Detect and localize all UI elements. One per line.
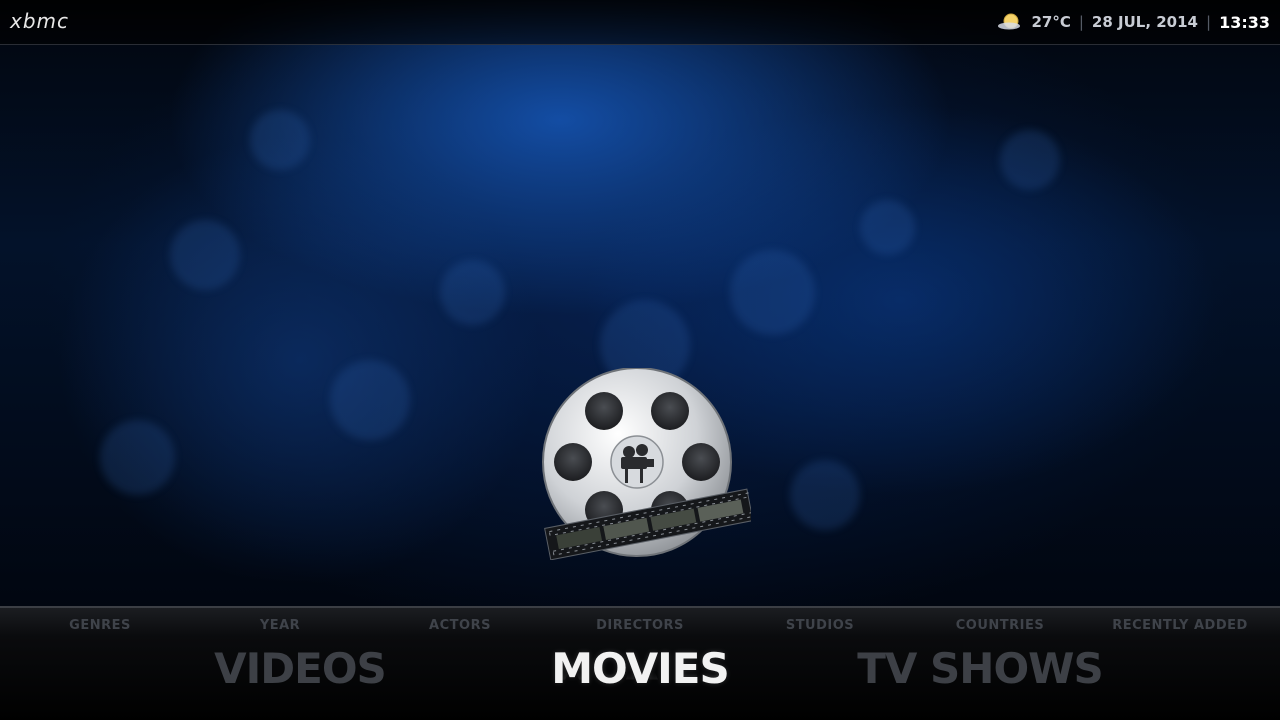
- menu-item-tv-shows[interactable]: TV SHOWS: [840, 644, 1120, 693]
- bokeh-light: [860, 200, 915, 255]
- bokeh-light: [100, 420, 175, 495]
- submenu-item-genres[interactable]: GENRES: [10, 618, 190, 633]
- bokeh-light: [1000, 130, 1060, 190]
- submenu-item-studios[interactable]: STUDIOS: [730, 618, 910, 633]
- bokeh-light: [440, 260, 505, 325]
- submenu-item-directors[interactable]: DIRECTORS: [550, 618, 730, 633]
- xbmc-logo: xbmc: [10, 9, 70, 33]
- bokeh-light: [730, 250, 815, 335]
- clock: 13:33: [1219, 12, 1270, 32]
- submenu-item-year[interactable]: YEAR: [190, 618, 370, 633]
- top-bar: xbmc 27°C | 28 JUL, 2014 | 13:33: [0, 0, 1280, 45]
- partly-sunny-icon[interactable]: [997, 12, 1023, 32]
- menu-item-videos[interactable]: VIDEOS: [200, 644, 400, 693]
- separator: |: [1206, 13, 1212, 31]
- submenu-item-actors[interactable]: ACTORS: [370, 618, 550, 633]
- home-screen: xbmc 27°C | 28 JUL, 2014 | 13:33 GENRES …: [0, 0, 1280, 720]
- status-area: 27°C | 28 JUL, 2014 | 13:33: [997, 10, 1270, 34]
- submenu-item-recently-added[interactable]: RECENTLY ADDED: [1090, 618, 1270, 633]
- movies-film-reel-icon: [541, 367, 757, 561]
- date: 28 JUL, 2014: [1091, 13, 1198, 31]
- separator: |: [1078, 13, 1084, 31]
- menu-item-movies-reflection: MOVIES: [551, 648, 729, 688]
- main-menu-bar: GENRES YEAR ACTORS DIRECTORS STUDIOS COU…: [0, 606, 1280, 720]
- temperature: 27°C: [1031, 13, 1071, 31]
- submenu: GENRES YEAR ACTORS DIRECTORS STUDIOS COU…: [0, 618, 1280, 638]
- bokeh-light: [250, 110, 310, 170]
- bokeh-light: [790, 460, 860, 530]
- bokeh-light: [330, 360, 410, 440]
- submenu-item-countries[interactable]: COUNTRIES: [910, 618, 1090, 633]
- bokeh-light: [170, 220, 240, 290]
